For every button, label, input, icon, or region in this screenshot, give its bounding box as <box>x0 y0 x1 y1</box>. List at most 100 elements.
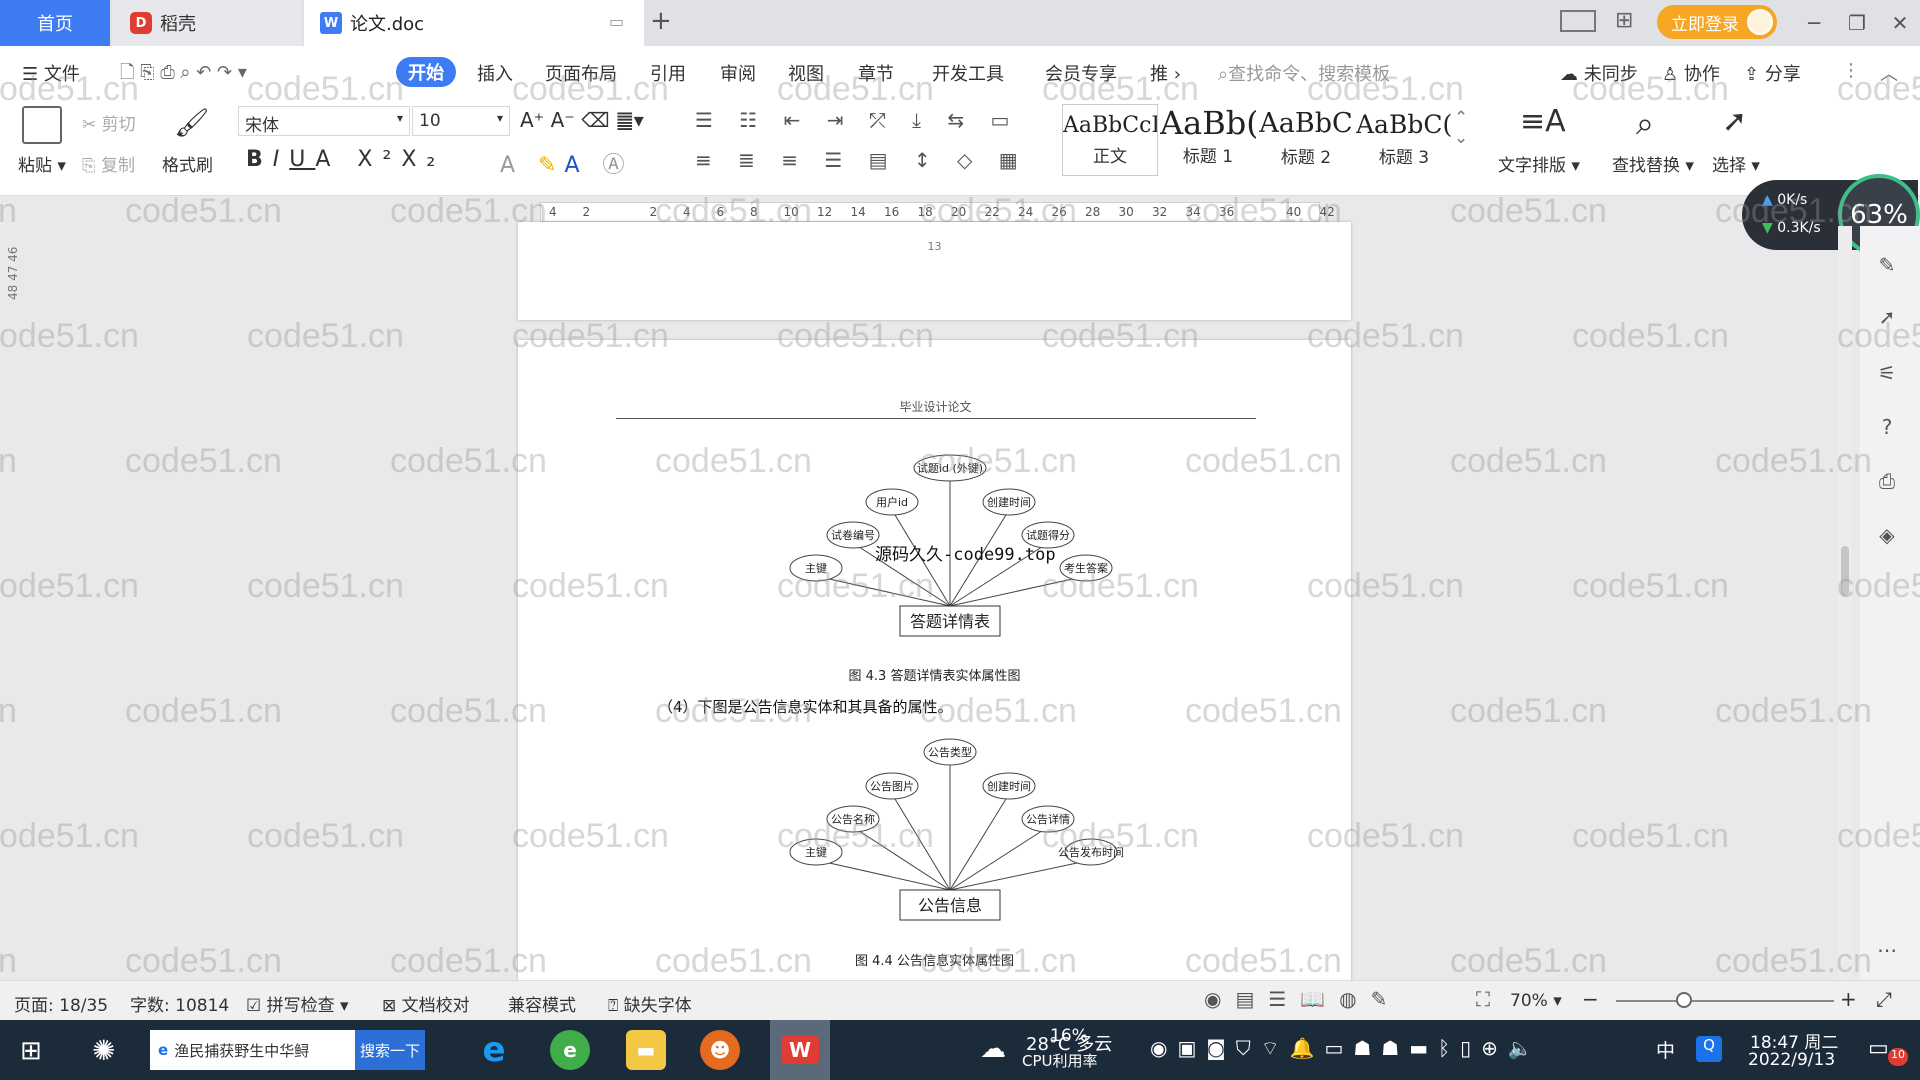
style-heading-1[interactable]: AaBb(标题 1 <box>1160 104 1256 176</box>
format-painter-button[interactable]: 格式刷 <box>162 151 213 176</box>
er-connector <box>949 826 1049 891</box>
menu-references[interactable]: 引用 <box>650 60 686 86</box>
edit-icon[interactable]: ✎ <box>1872 250 1902 280</box>
collapse-ribbon-icon[interactable]: ︿ <box>1880 60 1898 86</box>
list-indent-icons[interactable]: ☰ ☷ ⇤ ⇥ ⤱ ⤓ ⇆ ▭ <box>695 108 1019 132</box>
collab-button[interactable]: ♙ 协作 <box>1662 60 1720 86</box>
browser-360-icon[interactable]: e <box>550 1030 590 1070</box>
menu-member[interactable]: 会员专享 <box>1045 60 1117 86</box>
help-icon[interactable]: ? <box>1872 412 1902 442</box>
sync-status[interactable]: ☁ 未同步 <box>1560 60 1638 86</box>
menu-review[interactable]: 审阅 <box>720 60 756 86</box>
zoom-slider-thumb[interactable] <box>1676 992 1692 1008</box>
menu-view[interactable]: 视图 <box>788 60 824 86</box>
pinwheel-icon[interactable]: ✺ <box>92 1034 115 1067</box>
more-options-icon[interactable]: ⋯ <box>1872 935 1902 965</box>
file-explorer-icon[interactable]: ▬ <box>626 1030 666 1070</box>
zoom-select[interactable]: 70% ▾ <box>1510 991 1562 1011</box>
menu-start[interactable]: 开始 <box>396 57 456 87</box>
find-icon[interactable]: ⌕ <box>1636 104 1654 143</box>
login-button[interactable]: 立即登录 <box>1657 5 1777 39</box>
scroll-thumb[interactable] <box>1841 546 1849 596</box>
clock-date[interactable]: 2022/9/13 <box>1748 1050 1835 1070</box>
ie-icon[interactable]: e <box>474 1030 514 1070</box>
text-layout-button[interactable]: 文字排版 ▾ <box>1498 151 1580 176</box>
paste-icon[interactable] <box>22 106 62 144</box>
page-indicator[interactable]: 页面: 18/35 <box>14 991 108 1016</box>
fit-page-icon[interactable]: ⛶ <box>1476 987 1490 1011</box>
apps-grid-icon[interactable]: ⊞ <box>1615 8 1633 33</box>
font-grow-shrink-icons[interactable]: A⁺ A⁻ ⌫ ䷀▾ <box>520 108 644 132</box>
menu-page-layout[interactable]: 页面布局 <box>545 60 617 86</box>
proofread-button[interactable]: ⊠ 文档校对 <box>382 991 470 1016</box>
weather-cloud-icon: ☁ <box>980 1034 1006 1064</box>
spell-check-button[interactable]: ☑ 拼写检查 ▾ <box>246 991 349 1016</box>
style-scroll-icon[interactable]: ⌃ ⌄ <box>1454 108 1468 148</box>
close-icon[interactable]: ✕ <box>1883 6 1917 40</box>
fullscreen-icon[interactable]: ⤢ <box>1876 987 1892 1011</box>
wps-writer-icon: W <box>320 12 342 34</box>
menu-insert[interactable]: 插入 <box>477 60 513 86</box>
pointer-icon[interactable]: ➚ <box>1722 104 1747 139</box>
pin-icon[interactable]: ▭ <box>609 12 624 31</box>
cut-button[interactable]: ✂ 剪切 <box>82 110 136 135</box>
windows-start-icon[interactable]: ⊞ <box>20 1036 42 1066</box>
notification-icon[interactable]: ▭ <box>1868 1036 1889 1061</box>
taskbar-search-button[interactable]: 搜索一下 <box>355 1030 425 1070</box>
text-layout-icon[interactable]: ≡A <box>1520 104 1566 139</box>
ruler-tick: 18 <box>917 205 933 219</box>
quick-access-icons[interactable]: 🗋 ⎘ ⎙ ⌕ ↶ ↷ ▾ <box>120 60 247 90</box>
share-button[interactable]: ⇪ 分享 <box>1744 60 1801 86</box>
vertical-scrollbar[interactable] <box>1838 226 1852 980</box>
zoom-in-icon[interactable]: + <box>1840 987 1857 1011</box>
right-sidebar <box>1860 226 1920 980</box>
tab-home[interactable]: 首页 <box>0 0 110 46</box>
new-tab-icon[interactable]: + <box>650 6 672 36</box>
taskbar-search-input[interactable]: e 渔民捕获野生中华鲟 <box>150 1030 355 1070</box>
document-page[interactable]: 毕业设计论文 主键 试卷编号 用户id 试题id (外键) 创建时间 试题得分 考生答案 答题… <box>518 340 1351 980</box>
font-style-icons[interactable]: BIUA X²X₂ <box>246 147 445 172</box>
er-connector <box>949 859 1092 891</box>
app-mascot-icon[interactable]: ☻ <box>700 1030 740 1070</box>
qq-icon[interactable]: Q <box>1696 1036 1722 1062</box>
align-icons[interactable]: ≡ ≣ ≡ ☰ ▤ ↕ ◇ ▦ <box>695 148 1028 172</box>
compass-icon[interactable]: ◈ <box>1872 520 1902 550</box>
zoom-out-icon[interactable]: − <box>1582 987 1599 1011</box>
menu-file[interactable]: ☰ 文件 <box>22 60 80 86</box>
view-mode-icons[interactable]: ◉▤☰📖◍✎ <box>1204 987 1401 1011</box>
minimize-icon[interactable]: ─ <box>1797 6 1831 40</box>
wps-taskbar-icon[interactable]: W <box>770 1020 830 1080</box>
more-icon[interactable]: ⋮ <box>1842 60 1860 81</box>
word-count[interactable]: 字数: 10814 <box>130 991 229 1016</box>
select-button[interactable]: 选择 ▾ <box>1712 151 1760 176</box>
missing-font-button[interactable]: ⍰ 缺失字体 <box>608 991 692 1016</box>
cursor-icon[interactable]: ➚ <box>1872 302 1902 332</box>
style-heading-3[interactable]: AaBbC(标题 3 <box>1356 104 1452 176</box>
backup-icon[interactable]: ⎙ <box>1872 466 1902 496</box>
tab-docer[interactable]: D 稻壳 <box>112 0 302 46</box>
menu-more[interactable]: 推 › <box>1150 60 1181 86</box>
tab-document[interactable]: W 论文.doc ▭ <box>304 0 644 46</box>
ime-indicator[interactable]: 中 <box>1656 1036 1675 1063</box>
missing-font-label: 缺失字体 <box>623 996 692 1016</box>
style-normal[interactable]: AaBbCcI 正文 <box>1062 104 1158 176</box>
font-select[interactable]: 宋体 ▾ <box>238 106 410 136</box>
font-size-select[interactable]: 10 ▾ <box>412 106 510 136</box>
style-heading-2[interactable]: AaBbC 标题 2 <box>1258 104 1354 176</box>
zoom-slider[interactable] <box>1616 1000 1834 1002</box>
slider-settings-icon[interactable]: ⚟ <box>1872 358 1902 388</box>
find-replace-button[interactable]: 查找替换 ▾ <box>1612 151 1694 176</box>
menu-chapter[interactable]: 章节 <box>858 60 894 86</box>
ruler-tick: 14 <box>850 205 866 219</box>
ruler-tick: 42 <box>1319 205 1335 219</box>
copy-button[interactable]: ⎘ 复制 <box>82 151 135 176</box>
tray-icons[interactable]: ◉▣◙⛉⌔🔔▭☗☗▬ᛒ▯⊕🔈 <box>1150 1036 1543 1061</box>
menu-dev-tools[interactable]: 开发工具 <box>932 60 1004 86</box>
command-search[interactable]: ⌕查找命令、搜索模板 <box>1218 60 1390 86</box>
text-effect-icons[interactable]: A ✎A Ⓐ <box>500 147 633 179</box>
horizontal-ruler[interactable]: 4 2 2 4 6 8 10 12 14 16 18 20 22 24 26 28 30 32 34 36 40 42 <box>540 202 1335 222</box>
layout-icon[interactable] <box>1560 10 1596 32</box>
format-painter-icon[interactable]: 🖌 <box>174 106 210 139</box>
restore-icon[interactable]: ❐ <box>1840 6 1874 40</box>
paste-button[interactable]: 粘贴 ▾ <box>18 151 66 176</box>
